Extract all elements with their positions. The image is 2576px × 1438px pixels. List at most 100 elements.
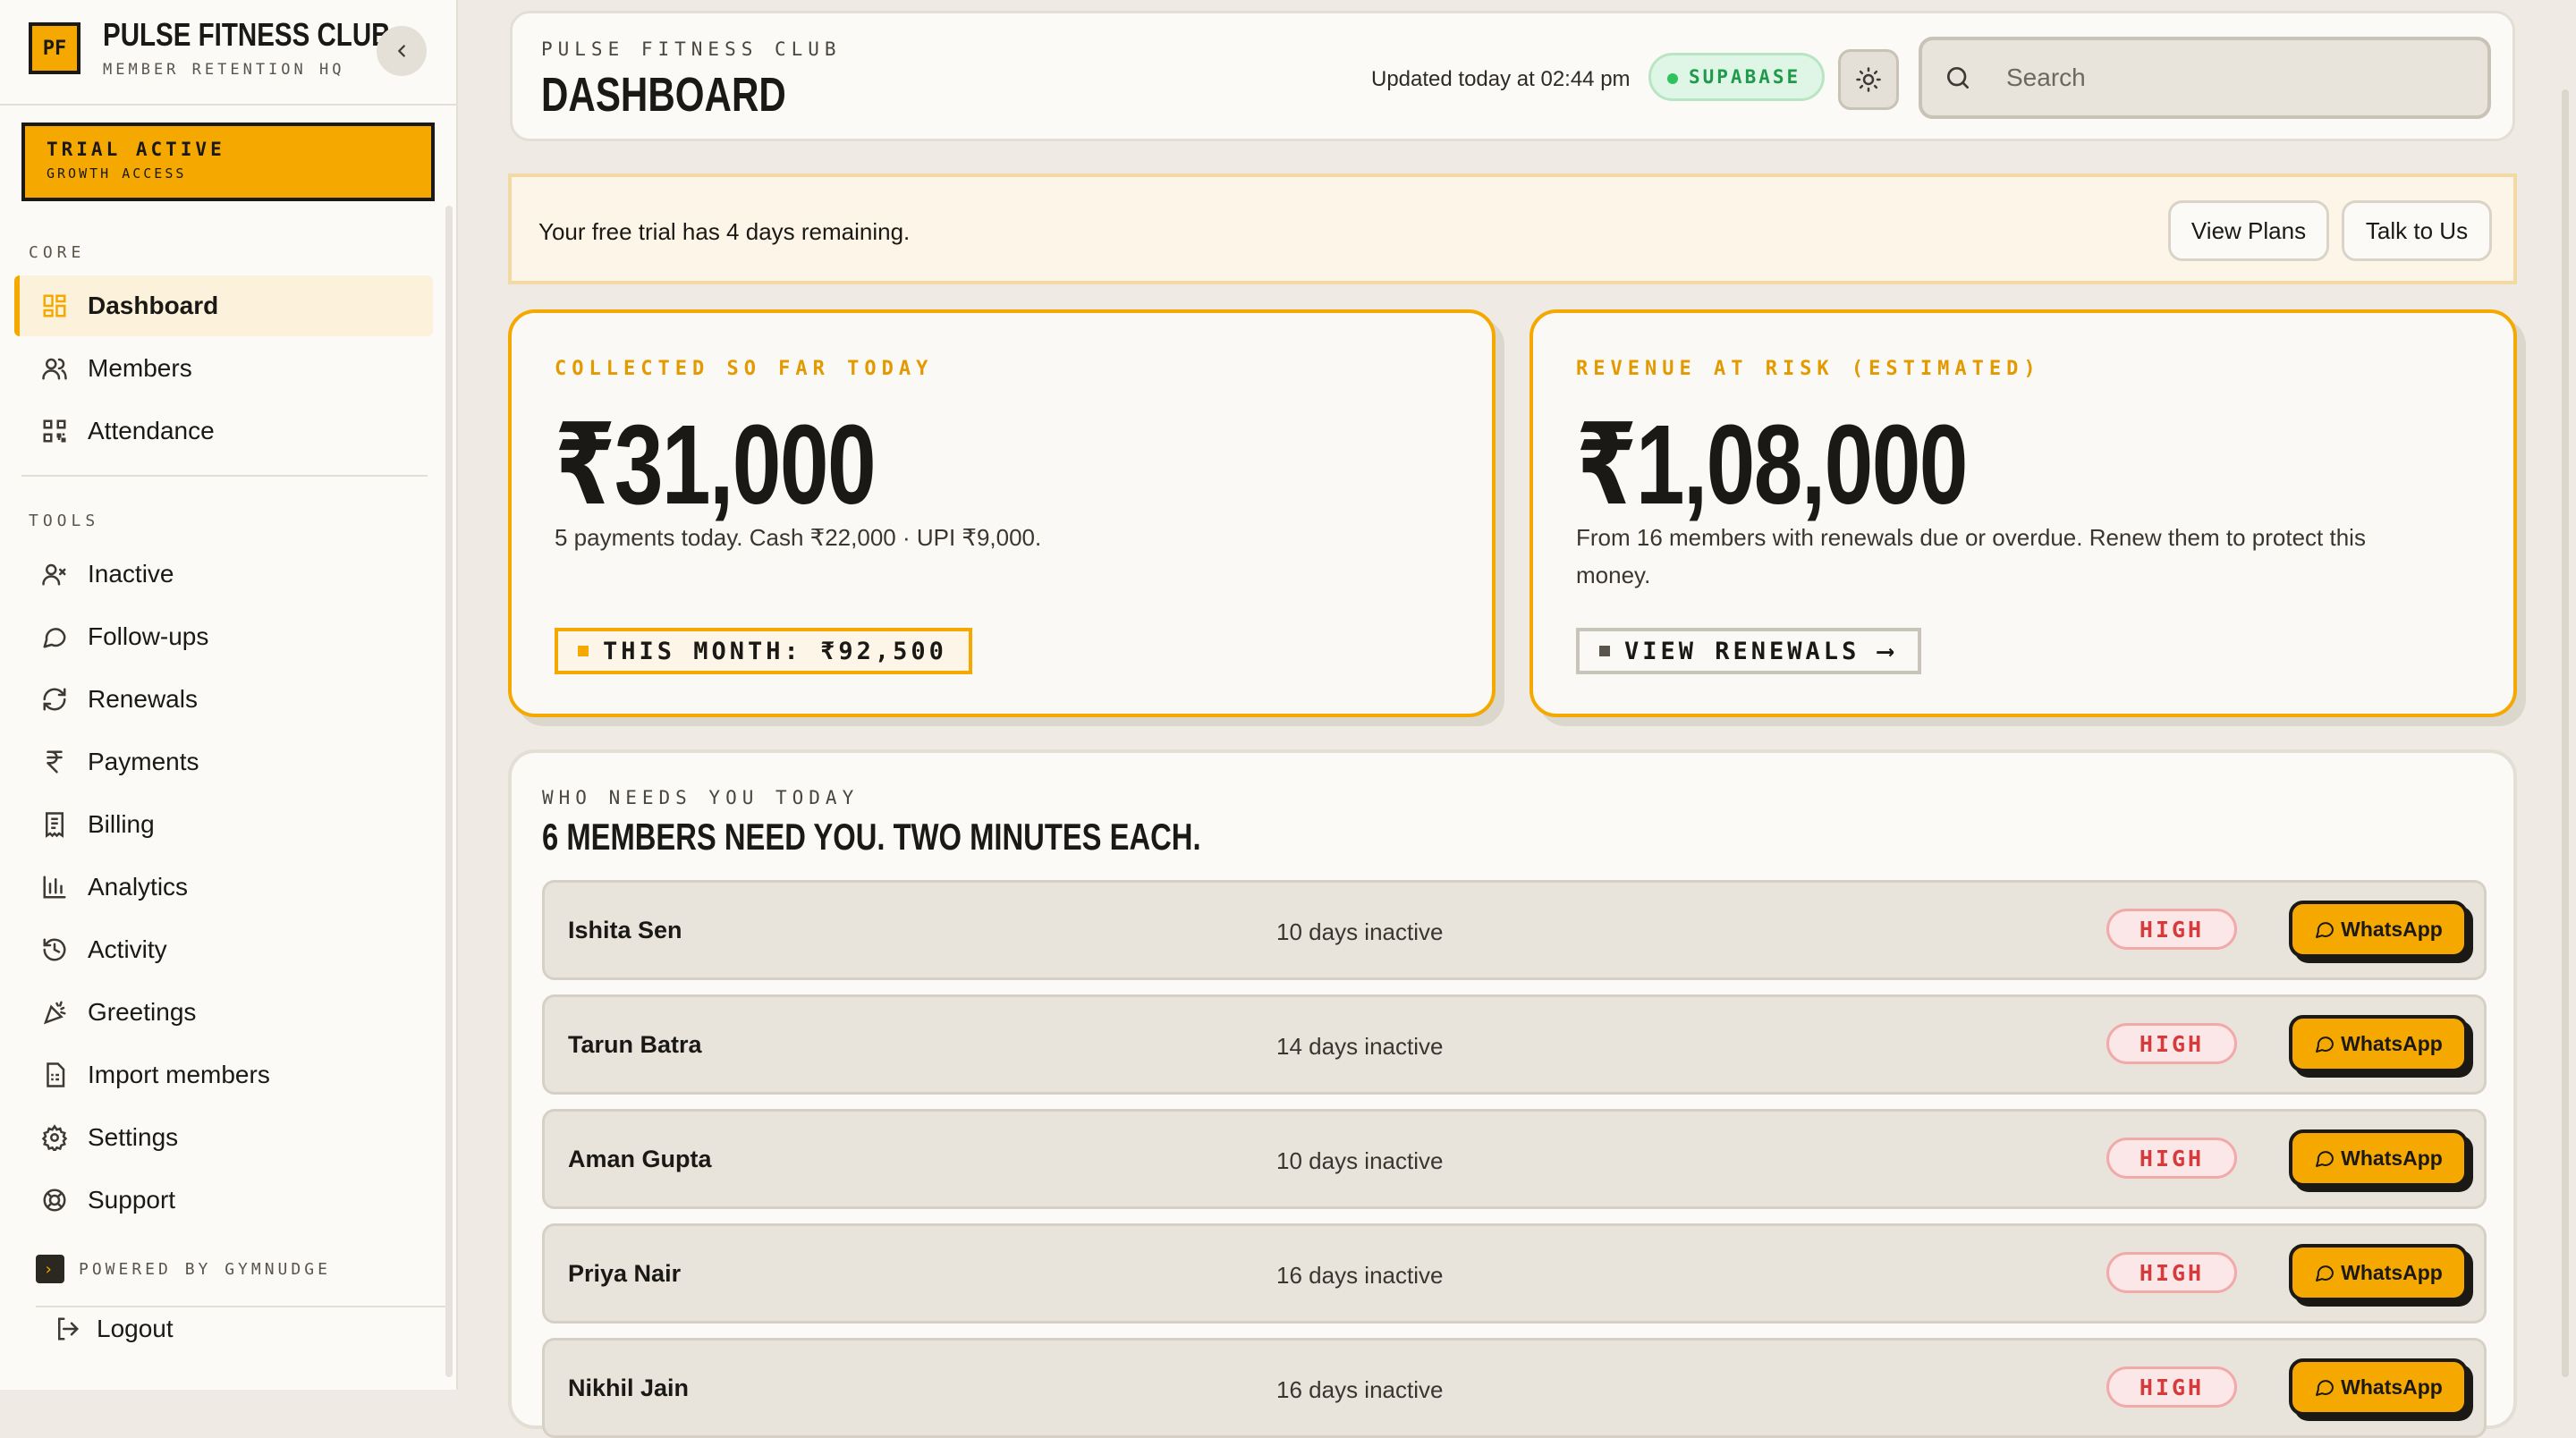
badge-label: SUPABASE xyxy=(1689,66,1801,88)
gear-icon xyxy=(39,1122,70,1153)
sidebar-item-label: Inactive xyxy=(88,560,174,588)
last-updated-text: Updated today at 02:44 pm xyxy=(1371,67,1631,91)
inactive-days: 16 days inactive xyxy=(1276,1262,1444,1289)
sidebar-item-settings[interactable]: Settings xyxy=(14,1107,433,1168)
collected-today-card: COLLECTED SO FAR TODAY ₹31,000 5 payment… xyxy=(508,309,1496,717)
sidebar-item-support[interactable]: Support xyxy=(14,1170,433,1231)
panel-label: WHO NEEDS YOU TODAY xyxy=(542,787,860,808)
sidebar-item-analytics[interactable]: Analytics xyxy=(14,857,433,918)
tools-section-label: TOOLS xyxy=(29,512,100,530)
chat-icon xyxy=(2314,1262,2335,1283)
sidebar-item-label: Payments xyxy=(88,748,199,775)
rupee-icon xyxy=(39,747,70,777)
page-title: DASHBOARD xyxy=(541,68,786,122)
members-needing-attention-panel: WHO NEEDS YOU TODAY 6 MEMBERS NEED YOU. … xyxy=(508,749,2517,1438)
sidebar-item-renewals[interactable]: Renewals xyxy=(14,669,433,730)
supabase-status-badge: SUPABASE xyxy=(1648,53,1826,101)
this-month-tag: THIS MONTH: ₹92,500 xyxy=(555,628,972,674)
bar-chart-icon xyxy=(39,872,70,902)
member-name: Priya Nair xyxy=(568,1260,682,1287)
theme-toggle-button[interactable] xyxy=(1838,49,1899,110)
view-plans-button[interactable]: View Plans xyxy=(2168,200,2329,261)
sun-icon xyxy=(1856,67,1881,92)
tag-label: THIS MONTH: ₹92,500 xyxy=(603,637,947,665)
square-bullet-icon xyxy=(1599,646,1610,656)
gymnudge-logo-icon: › xyxy=(36,1255,64,1283)
chat-icon xyxy=(2314,918,2335,940)
logout-icon xyxy=(54,1315,80,1342)
card-label: COLLECTED SO FAR TODAY xyxy=(555,358,934,380)
priority-badge: HIGH xyxy=(2106,1023,2237,1064)
brand-logo: PF xyxy=(29,22,80,74)
talk-to-us-button[interactable]: Talk to Us xyxy=(2342,200,2492,261)
core-section-label: CORE xyxy=(29,243,86,262)
priority-badge: HIGH xyxy=(2106,1252,2237,1293)
sidebar-item-label: Attendance xyxy=(88,417,215,444)
sidebar-item-label: Settings xyxy=(88,1123,179,1151)
top-header: PULSE FITNESS CLUB DASHBOARD Updated tod… xyxy=(510,11,2515,141)
whatsapp-button[interactable]: WhatsApp xyxy=(2289,1129,2468,1187)
powered-by-label: POWERED BY GYMNUDGE xyxy=(79,1259,331,1279)
whatsapp-button[interactable]: WhatsApp xyxy=(2289,1015,2468,1072)
sidebar-item-label: Greetings xyxy=(88,998,197,1026)
whatsapp-label: WhatsApp xyxy=(2341,1031,2443,1055)
logout-button[interactable]: Logout xyxy=(54,1315,174,1343)
member-row[interactable]: Nikhil Jain 16 days inactive HIGH WhatsA… xyxy=(542,1338,2487,1438)
whatsapp-button[interactable]: WhatsApp xyxy=(2289,1358,2468,1416)
sidebar-scrollbar[interactable] xyxy=(445,206,453,1377)
priority-badge: HIGH xyxy=(2106,1138,2237,1179)
sidebar-item-attendance[interactable]: Attendance xyxy=(14,401,433,461)
receipt-icon xyxy=(39,809,70,840)
member-row[interactable]: Ishita Sen 10 days inactive HIGH WhatsAp… xyxy=(542,880,2487,980)
priority-badge: HIGH xyxy=(2106,1366,2237,1408)
sidebar-divider xyxy=(36,1306,447,1307)
member-row[interactable]: Tarun Batra 14 days inactive HIGH WhatsA… xyxy=(542,994,2487,1095)
brand-name: PULSE FITNESS CLUB xyxy=(103,16,391,53)
trial-subtitle: GROWTH ACCESS xyxy=(47,165,187,182)
view-renewals-button[interactable]: VIEW RENEWALS ⟶ xyxy=(1576,628,1921,674)
sidebar-item-import-members[interactable]: Import members xyxy=(14,1045,433,1105)
member-row[interactable]: Aman Gupta 10 days inactive HIGH WhatsAp… xyxy=(542,1109,2487,1209)
main-scrollbar[interactable] xyxy=(2562,89,2569,1377)
sidebar-item-billing[interactable]: Billing xyxy=(14,794,433,855)
file-icon xyxy=(39,1060,70,1090)
priority-badge: HIGH xyxy=(2106,909,2237,950)
sidebar-item-activity[interactable]: Activity xyxy=(14,919,433,980)
collapse-sidebar-button[interactable] xyxy=(377,26,427,76)
whatsapp-button[interactable]: WhatsApp xyxy=(2289,901,2468,958)
sidebar-item-label: Billing xyxy=(88,810,155,838)
member-row[interactable]: Priya Nair 16 days inactive HIGH WhatsAp… xyxy=(542,1223,2487,1324)
brand-subtitle: MEMBER RETENTION HQ xyxy=(103,61,345,79)
trial-status-box[interactable]: TRIAL ACTIVE GROWTH ACCESS xyxy=(21,123,435,201)
inactive-days: 10 days inactive xyxy=(1276,918,1444,945)
button-label: VIEW RENEWALS ⟶ xyxy=(1624,637,1896,665)
collected-description: 5 payments today. Cash ₹22,000 · UPI ₹9,… xyxy=(555,524,1042,551)
sidebar-item-inactive[interactable]: Inactive xyxy=(14,544,433,605)
sidebar-item-follow-ups[interactable]: Follow-ups xyxy=(14,606,433,667)
sidebar-item-dashboard[interactable]: Dashboard xyxy=(14,275,433,336)
member-name: Nikhil Jain xyxy=(568,1375,690,1401)
search-input[interactable] xyxy=(2004,63,2437,93)
trial-banner: Your free trial has 4 days remaining. Vi… xyxy=(508,173,2517,284)
square-bullet-icon xyxy=(578,646,589,656)
chevron-left-icon xyxy=(398,45,405,57)
powered-by: › POWERED BY GYMNUDGE xyxy=(36,1255,331,1283)
search-box[interactable] xyxy=(1919,37,2491,119)
users-icon xyxy=(39,353,70,384)
member-name: Ishita Sen xyxy=(568,917,682,943)
card-label: REVENUE AT RISK (ESTIMATED) xyxy=(1576,358,2041,380)
whatsapp-label: WhatsApp xyxy=(2341,1260,2443,1284)
sidebar-item-label: Renewals xyxy=(88,685,198,713)
sidebar-item-label: Support xyxy=(88,1186,176,1214)
whatsapp-button[interactable]: WhatsApp xyxy=(2289,1244,2468,1301)
sidebar-item-label: Members xyxy=(88,354,192,382)
member-name: Aman Gupta xyxy=(568,1146,712,1172)
chat-icon xyxy=(2314,1033,2335,1054)
qr-icon xyxy=(39,416,70,446)
status-dot-icon xyxy=(1667,73,1678,84)
panel-title: 6 MEMBERS NEED YOU. TWO MINUTES EACH. xyxy=(542,816,1201,858)
search-icon xyxy=(1947,67,1969,89)
sidebar-item-greetings[interactable]: Greetings xyxy=(14,982,433,1043)
sidebar-item-payments[interactable]: Payments xyxy=(14,732,433,792)
sidebar-item-members[interactable]: Members xyxy=(14,338,433,399)
